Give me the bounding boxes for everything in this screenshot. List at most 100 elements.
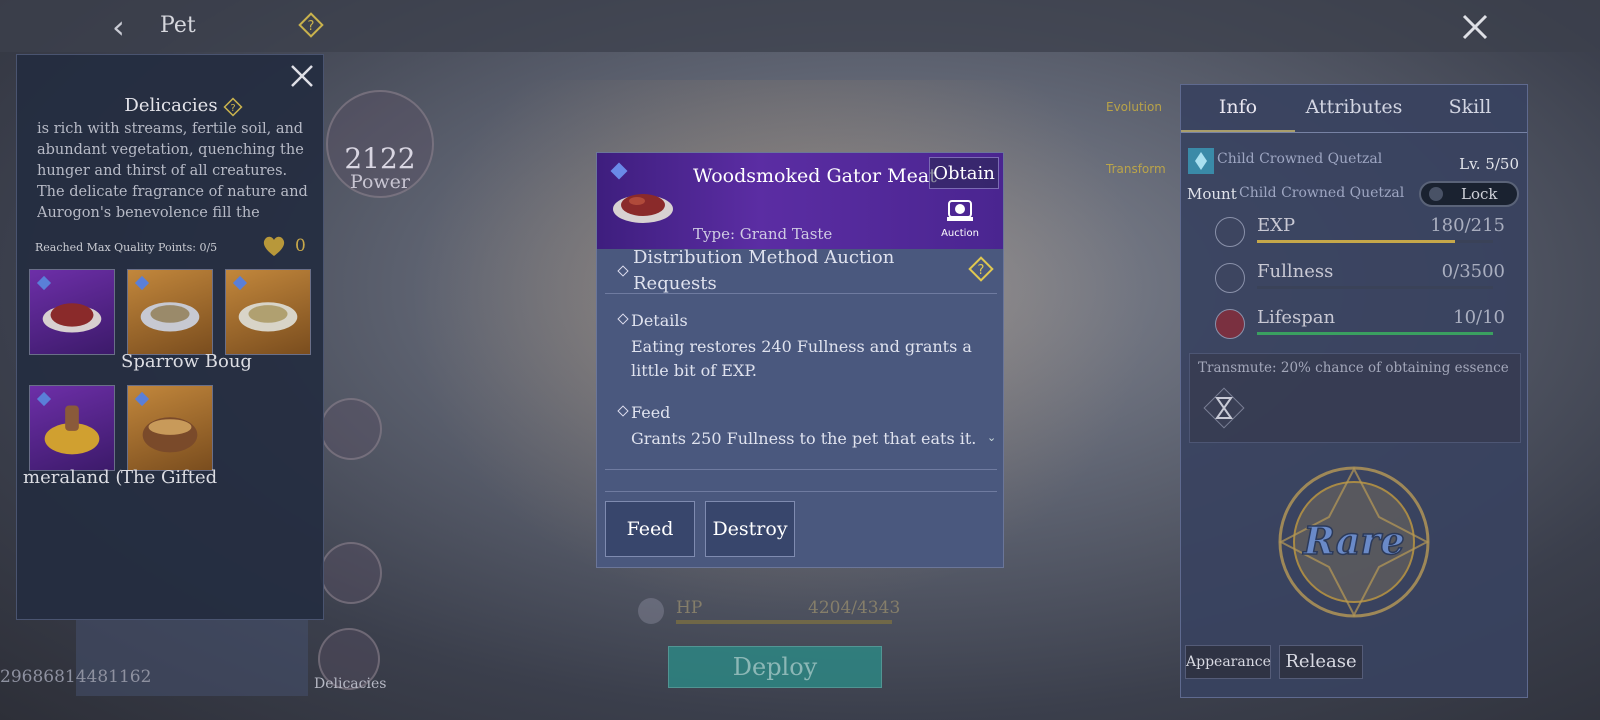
question-icon[interactable]: ? bbox=[223, 97, 243, 117]
exp-icon bbox=[1215, 217, 1245, 247]
quality-badge-icon bbox=[36, 275, 52, 291]
fullness-icon bbox=[1215, 263, 1245, 293]
tab-attributes[interactable]: Attributes bbox=[1297, 85, 1411, 133]
chevron-left-icon[interactable]: ‹ bbox=[112, 8, 142, 46]
bullet-icon bbox=[617, 313, 629, 325]
tab-info[interactable]: Info bbox=[1181, 85, 1295, 133]
question-icon[interactable]: ? bbox=[298, 12, 324, 38]
lifespan-stat: Lifespan 10/10 bbox=[1215, 307, 1519, 347]
stat-bar bbox=[1257, 286, 1493, 289]
auction-label: Auction bbox=[941, 228, 979, 239]
scroll-down-icon[interactable]: ⌄ bbox=[987, 431, 996, 444]
svg-text:?: ? bbox=[308, 19, 315, 34]
quality-badge-icon bbox=[36, 391, 52, 407]
toggle-knob bbox=[1429, 187, 1443, 201]
fullness-stat: Fullness 0/3500 bbox=[1215, 261, 1519, 301]
meat-icon bbox=[613, 194, 673, 223]
rarity-label: Rare bbox=[1302, 518, 1404, 563]
hp-label: HP bbox=[676, 598, 703, 618]
stat-name: EXP bbox=[1257, 215, 1296, 236]
transform-label[interactable]: Transform bbox=[1106, 162, 1166, 176]
divider bbox=[605, 469, 997, 470]
item-slot-5[interactable] bbox=[127, 385, 213, 471]
stat-value: 0/3500 bbox=[1441, 261, 1505, 282]
slot-label: meraland ( bbox=[23, 467, 123, 488]
mount-name: Child Crowned Quetzal bbox=[1239, 185, 1405, 201]
page-title: Pet bbox=[160, 13, 196, 38]
hp-bar bbox=[676, 620, 892, 624]
stat-value: 180/215 bbox=[1430, 215, 1505, 236]
transmute-text: Transmute: 20% chance of obtaining essen… bbox=[1198, 360, 1509, 376]
divider bbox=[605, 293, 997, 294]
quality-badge-icon bbox=[134, 275, 150, 291]
item-type: Type: Grand Taste bbox=[693, 225, 833, 243]
pet-level: Lv. 5/50 bbox=[1459, 155, 1519, 173]
exp-stat: EXP 180/215 bbox=[1215, 215, 1519, 255]
item-detail-popup: Woodsmoked Gator Meat Obtain Auction Typ… bbox=[596, 152, 1004, 568]
lock-toggle[interactable]: Lock bbox=[1419, 181, 1519, 207]
heart-icon bbox=[263, 236, 285, 256]
delicacies-label: Delicacies bbox=[314, 676, 387, 692]
item-header: Woodsmoked Gator Meat Obtain Auction Typ… bbox=[597, 153, 1003, 249]
quality-badge-icon bbox=[134, 391, 150, 407]
close-icon[interactable] bbox=[1458, 10, 1492, 44]
appearance-button[interactable]: Appearance bbox=[1185, 645, 1271, 679]
quality-badge-icon bbox=[232, 275, 248, 291]
stat-bar bbox=[1257, 332, 1493, 335]
pet-portrait-icon bbox=[1188, 148, 1214, 174]
evolution-label[interactable]: Evolution bbox=[1106, 100, 1162, 114]
svg-text:?: ? bbox=[230, 103, 235, 114]
panel-title: Delicacies bbox=[124, 95, 218, 116]
bullet-icon bbox=[617, 265, 629, 277]
pet-info-panel: Info Attributes Skill Child Crowned Quet… bbox=[1180, 84, 1528, 698]
deploy-button[interactable]: Deploy bbox=[668, 646, 882, 688]
pet-moon-icon[interactable] bbox=[320, 542, 382, 604]
item-slot-gator-meat[interactable] bbox=[29, 269, 115, 355]
heart-icon bbox=[1215, 309, 1245, 339]
rarity-emblem: Rare bbox=[1278, 466, 1430, 618]
power-display: 2122 Power bbox=[340, 142, 420, 193]
hp-icon bbox=[638, 598, 664, 624]
tab-skill[interactable]: Skill bbox=[1413, 85, 1527, 133]
item-slot-2[interactable] bbox=[127, 269, 213, 355]
item-name: Woodsmoked Gator Meat bbox=[693, 165, 937, 187]
item-slot-3[interactable] bbox=[225, 269, 311, 355]
power-label: Power bbox=[349, 171, 411, 193]
slot-label: The Gifted bbox=[121, 467, 218, 488]
obtain-button[interactable]: Obtain bbox=[929, 157, 999, 189]
hourglass-icon[interactable] bbox=[1202, 386, 1246, 430]
release-button[interactable]: Release bbox=[1279, 645, 1363, 679]
max-quality-text: Reached Max Quality Points: 0/5 bbox=[35, 241, 218, 254]
pet-name: Child Crowned Quetzal bbox=[1217, 151, 1383, 167]
lock-label: Lock bbox=[1461, 185, 1498, 203]
bullet-icon bbox=[617, 405, 629, 417]
delicacies-panel: Delicacies ? is rich with streams, ferti… bbox=[16, 54, 324, 620]
feed-text: Grants 250 Fullness to the pet that eats… bbox=[631, 429, 977, 448]
details-title: Details bbox=[631, 311, 688, 330]
auction-button[interactable]: Auction bbox=[939, 197, 981, 239]
slot-label: Sparrow Boug bbox=[121, 351, 252, 372]
id-number: 29686814481162 bbox=[0, 667, 152, 687]
stat-bar bbox=[1257, 240, 1493, 243]
stat-name: Lifespan bbox=[1257, 307, 1336, 328]
divider bbox=[605, 491, 997, 492]
feed-button[interactable]: Feed bbox=[605, 501, 695, 557]
stat-name: Fullness bbox=[1257, 261, 1334, 282]
top-bar: ‹ Pet ? bbox=[0, 0, 1600, 52]
destroy-button[interactable]: Destroy bbox=[705, 501, 795, 557]
mount-label: Mount bbox=[1187, 185, 1237, 203]
transmute-box: Transmute: 20% chance of obtaining essen… bbox=[1189, 353, 1521, 443]
stat-bar-fill bbox=[1257, 332, 1493, 335]
question-icon[interactable]: ? bbox=[967, 255, 995, 283]
tab-divider bbox=[1181, 132, 1527, 133]
stat-bar-fill bbox=[1257, 240, 1455, 243]
stat-value: 10/10 bbox=[1453, 307, 1505, 328]
close-icon[interactable] bbox=[287, 61, 317, 91]
pet-skill-icon[interactable] bbox=[320, 398, 382, 460]
auction-icon bbox=[947, 200, 973, 221]
svg-text:?: ? bbox=[978, 263, 985, 278]
hp-value: 4204/4343 bbox=[808, 598, 901, 618]
quality-badge-icon bbox=[610, 162, 628, 180]
item-slot-4[interactable] bbox=[29, 385, 115, 471]
distribution-method: Distribution Method Auction Requests bbox=[633, 247, 895, 294]
